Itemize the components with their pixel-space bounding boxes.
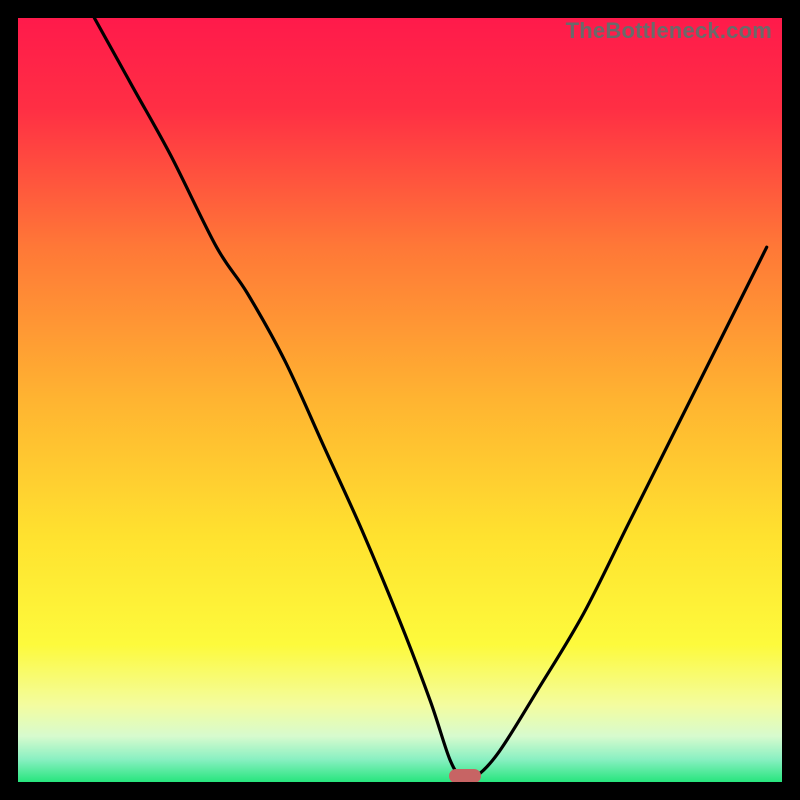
curve-path xyxy=(94,18,766,779)
plot-area: TheBottleneck.com xyxy=(18,18,782,782)
optimal-marker xyxy=(449,769,481,782)
watermark-text: TheBottleneck.com xyxy=(566,18,772,44)
bottleneck-curve xyxy=(18,18,782,782)
